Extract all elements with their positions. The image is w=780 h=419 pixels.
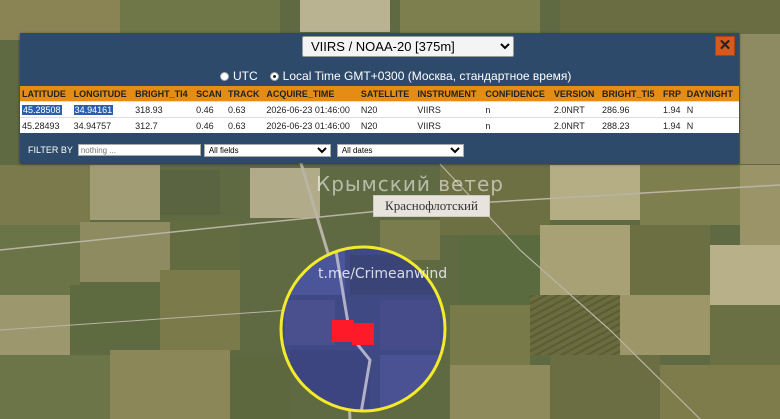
table-header-row: LATITUDE LONGITUDE BRIGHT_TI4 SCAN TRACK…: [20, 86, 739, 102]
table-cell[interactable]: 34.94161: [71, 101, 134, 118]
watermark-text: Крымский ветер: [316, 172, 504, 196]
column-header[interactable]: VERSION: [551, 86, 600, 102]
place-label[interactable]: Краснофлотский: [373, 195, 490, 217]
fire-hotspot[interactable]: [332, 320, 354, 342]
filter-bar: FILTER BY All fields All dates: [28, 143, 464, 157]
table-cell: 0.46: [194, 117, 227, 133]
table-cell: 45.28493: [20, 117, 72, 133]
field-filter-select[interactable]: All fields: [203, 143, 331, 157]
column-header[interactable]: BRIGHT_TI4: [133, 86, 195, 102]
table-cell: 0.46: [194, 101, 227, 118]
column-header[interactable]: TRACK: [226, 86, 265, 102]
column-header[interactable]: BRIGHT_TI5: [599, 86, 661, 102]
table-cell: N20: [358, 101, 416, 118]
table-cell: 312.7: [133, 117, 195, 133]
table-cell: 2026-06-23 01:46:00: [264, 117, 359, 133]
utc-radio[interactable]: [220, 71, 229, 81]
table-cell: 286.96: [599, 101, 661, 118]
watermark-link: t.me/Crimeanwind: [318, 266, 448, 282]
selected-longitude[interactable]: 34.94161: [73, 104, 114, 115]
column-header[interactable]: SATELLITE: [358, 86, 416, 102]
filter-input[interactable]: [77, 144, 201, 156]
table-cell: VIIRS: [415, 117, 484, 133]
table-cell: 318.93: [133, 101, 195, 118]
table-row[interactable]: 45.28493 34.94757 312.7 0.46 0.63 2026-0…: [20, 117, 739, 133]
table-cell[interactable]: 45.28508: [20, 101, 72, 118]
close-button[interactable]: ✕: [715, 36, 735, 56]
column-header[interactable]: LONGITUDE: [71, 86, 134, 102]
filter-label: FILTER BY: [28, 145, 73, 155]
utc-label: UTC: [233, 69, 258, 83]
table-cell: N: [684, 101, 739, 118]
table-cell: 2026-06-23 01:46:00: [264, 101, 359, 118]
column-header[interactable]: CONFIDENCE: [483, 86, 552, 102]
column-header[interactable]: FRP: [660, 86, 685, 102]
table-cell: n: [483, 117, 552, 133]
table-row[interactable]: 45.28508 34.94161 318.93 0.46 0.63 2026-…: [20, 101, 739, 118]
table-cell: 288.23: [599, 117, 661, 133]
table-cell: N20: [358, 117, 416, 133]
date-filter-select[interactable]: All dates: [336, 143, 464, 157]
table-cell: 1.94: [660, 117, 685, 133]
table-cell: 0.63: [226, 101, 265, 118]
timezone-selector: UTC Local Time GMT+0300 (Москва, стандар…: [220, 68, 571, 84]
table-cell: 2.0NRT: [551, 117, 600, 133]
column-header[interactable]: DAYNIGHT: [684, 86, 739, 102]
table-cell: N: [684, 117, 739, 133]
fire-hotspot[interactable]: [352, 323, 374, 345]
table-cell: VIIRS: [415, 101, 484, 118]
column-header[interactable]: LATITUDE: [20, 86, 72, 102]
local-time-radio[interactable]: [269, 71, 279, 81]
fire-data-panel: VIIRS / NOAA-20 [375m] ✕ UTC Local Time …: [20, 33, 739, 163]
fire-data-table: LATITUDE LONGITUDE BRIGHT_TI4 SCAN TRACK…: [20, 86, 739, 133]
column-header[interactable]: INSTRUMENT: [415, 86, 484, 102]
table-cell: 34.94757: [71, 117, 134, 133]
column-header[interactable]: SCAN: [194, 86, 227, 102]
table-cell: 1.94: [660, 101, 685, 118]
table-cell: n: [483, 101, 552, 118]
column-header[interactable]: ACQUIRE_TIME: [264, 86, 359, 102]
satellite-select[interactable]: VIIRS / NOAA-20 [375m]: [302, 36, 514, 57]
table-cell: 0.63: [226, 117, 265, 133]
selected-latitude[interactable]: 45.28508: [22, 104, 62, 115]
local-time-label: Local Time GMT+0300 (Москва, стандартное…: [282, 69, 572, 83]
table-cell: 2.0NRT: [551, 101, 600, 118]
